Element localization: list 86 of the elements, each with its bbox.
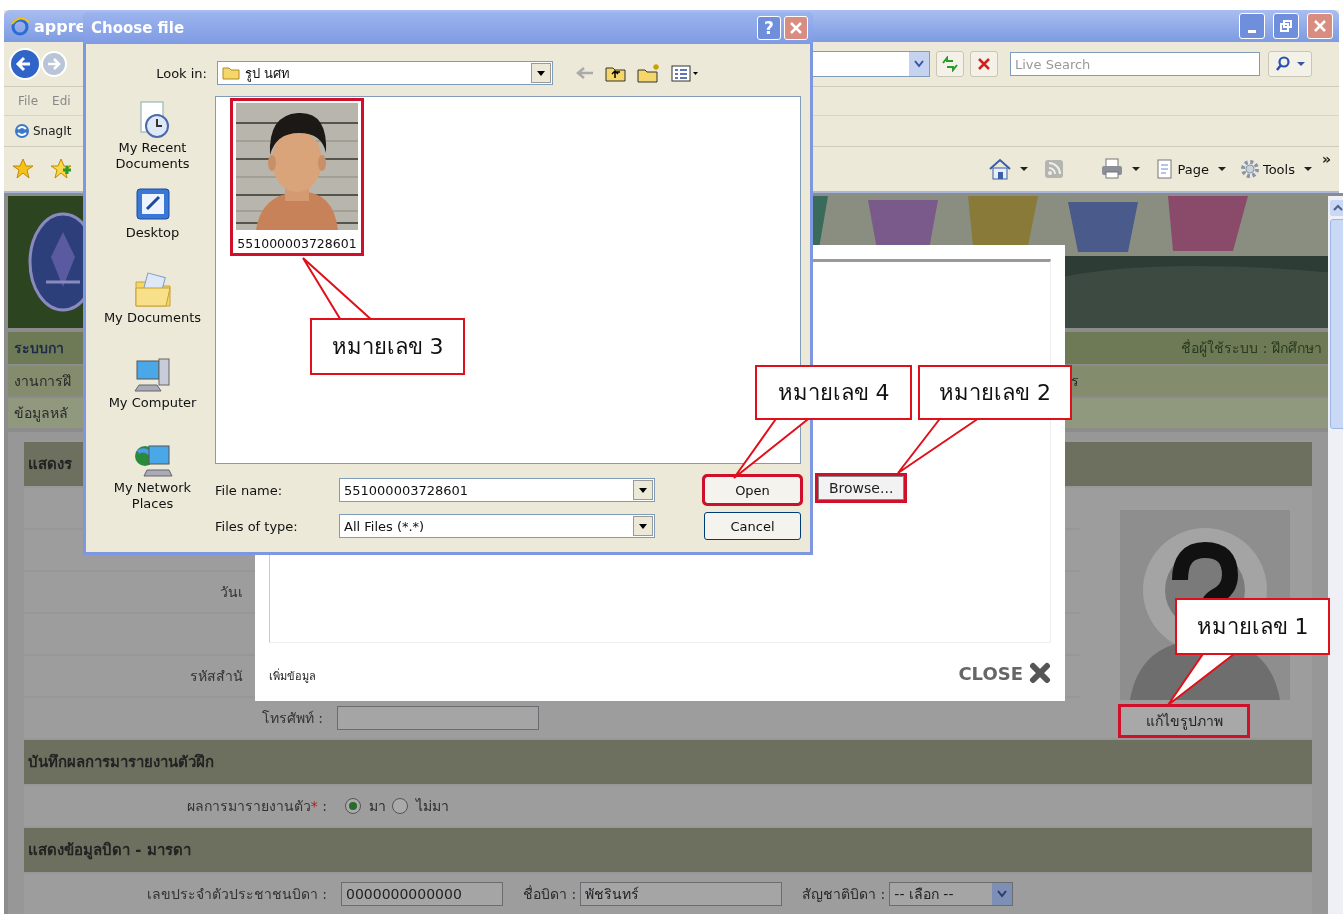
look-in-dropdown[interactable]: รูป นศท (217, 61, 553, 85)
radio-label[interactable]: ไม่มา (416, 795, 449, 817)
window-title: appre (34, 16, 87, 36)
home-icon[interactable] (988, 158, 1013, 180)
add-favorite-icon[interactable] (50, 158, 72, 180)
stop-icon (977, 57, 991, 71)
close-button[interactable] (784, 16, 808, 40)
places-item[interactable]: My Documents (102, 270, 203, 353)
places-item[interactable]: My Recent Documents (102, 100, 203, 183)
field-label: ผลการมารายงานตัว* : (185, 797, 328, 816)
search-icon (1275, 56, 1291, 72)
field-label: File name: (215, 482, 284, 498)
places-item[interactable]: Desktop (102, 185, 203, 268)
section-title: บันทึกผลการมารายงานตัวฝึก (28, 752, 214, 773)
scroll-up-icon[interactable] (1330, 200, 1343, 216)
back-icon[interactable] (8, 47, 42, 81)
callout-label: หมายเลข 3 (310, 318, 465, 375)
gear-icon (1239, 159, 1260, 179)
field-label: สัญชาติบิดา : (802, 885, 886, 904)
section-title: แสดงข้อมูลบิดา - มารดา (28, 840, 191, 862)
close-button[interactable] (1307, 13, 1333, 39)
input-field[interactable] (337, 706, 539, 730)
new-folder-icon[interactable] (637, 63, 661, 83)
feed-icon[interactable] (1044, 159, 1065, 179)
select-field[interactable]: -- เลือก -- (889, 882, 1014, 906)
radio-button[interactable] (392, 798, 408, 814)
add-data-link[interactable]: เพิ่มข้อมูล (269, 667, 316, 685)
radio-button[interactable] (345, 798, 361, 814)
field-label: เลขประจำตัวประชาชนบิดา : (145, 885, 328, 904)
back-arrow-icon[interactable] (575, 66, 595, 80)
dialog-title: Choose file (91, 19, 186, 37)
look-in-label: Look in: (155, 65, 208, 81)
restore-icon (1280, 20, 1292, 32)
chevron-down-icon (997, 890, 1008, 898)
folder-icon (222, 66, 240, 80)
favorites-star-icon[interactable] (12, 158, 34, 180)
nav-menu-item[interactable]: ร (1071, 370, 1079, 392)
file-name-combobox[interactable]: 551000003728601 (339, 478, 655, 502)
up-folder-icon[interactable] (605, 64, 627, 82)
search-button[interactable] (1268, 51, 1312, 77)
print-icon[interactable] (1100, 158, 1125, 180)
restore-button[interactable] (1273, 13, 1299, 39)
close-icon (790, 22, 802, 34)
nav-menu-item[interactable]: งานการฝึ (14, 370, 71, 392)
user-name: ชื่อผู้ใช้ระบบ : ฝึกศึกษา (1181, 338, 1322, 359)
swirl-icon (14, 123, 30, 139)
more-tools-button[interactable]: » (1321, 151, 1331, 167)
scrollbar-thumb[interactable] (1330, 219, 1343, 429)
refresh-button[interactable] (936, 51, 964, 77)
edit-photo-button[interactable]: แก้ไขรูปภาพ (1120, 706, 1248, 736)
computer-icon (132, 355, 173, 395)
close-icon (1314, 20, 1326, 32)
toolbar-link[interactable]: SnagIt (33, 124, 72, 138)
minimize-button[interactable] (1239, 13, 1265, 39)
chevron-down-icon (914, 60, 924, 68)
browser-logo-icon (10, 16, 30, 36)
field-label: Files of type: (215, 518, 299, 534)
field-label: วันเ (219, 583, 244, 602)
stop-button[interactable] (970, 51, 998, 77)
input-field[interactable]: 0000000000000 (341, 882, 503, 906)
cancel-button[interactable]: Cancel (704, 512, 801, 540)
view-menu-icon[interactable] (671, 64, 699, 82)
file-type-dropdown[interactable]: All Files (*.*) (339, 514, 655, 538)
page-icon (1156, 159, 1175, 179)
page-menu-button[interactable]: Page (1152, 159, 1230, 179)
browse-button[interactable]: Browse... (818, 476, 905, 500)
folder-icon (132, 270, 173, 310)
radio-label[interactable]: มา (369, 795, 386, 817)
minimize-icon (1248, 29, 1256, 33)
field-label: โทรศัพท์ : (260, 709, 324, 728)
field-label: ชื่อบิดา : (523, 884, 577, 904)
section-title: แสดงร (28, 454, 72, 475)
refresh-icon (941, 56, 959, 72)
nav-menu-item[interactable]: ข้อมูลหลั (14, 402, 68, 424)
places-item[interactable]: My Network Places (102, 440, 203, 523)
search-field[interactable]: Live Search (1010, 52, 1260, 76)
open-button[interactable]: Open (704, 476, 801, 504)
field-label: รหัสสำนั (189, 667, 244, 686)
close-icon (1029, 662, 1051, 684)
tools-menu-button[interactable]: Tools (1235, 159, 1316, 179)
places-item[interactable]: My Computer (102, 355, 203, 438)
system-title: ระบบกา (14, 339, 64, 358)
callout-label: หมายเลข 2 (918, 365, 1072, 420)
input-field[interactable]: พัชรินทร์ (580, 882, 783, 906)
callout-label: หมายเลข 4 (755, 365, 912, 420)
close-button[interactable]: CLOSE (958, 662, 1051, 684)
